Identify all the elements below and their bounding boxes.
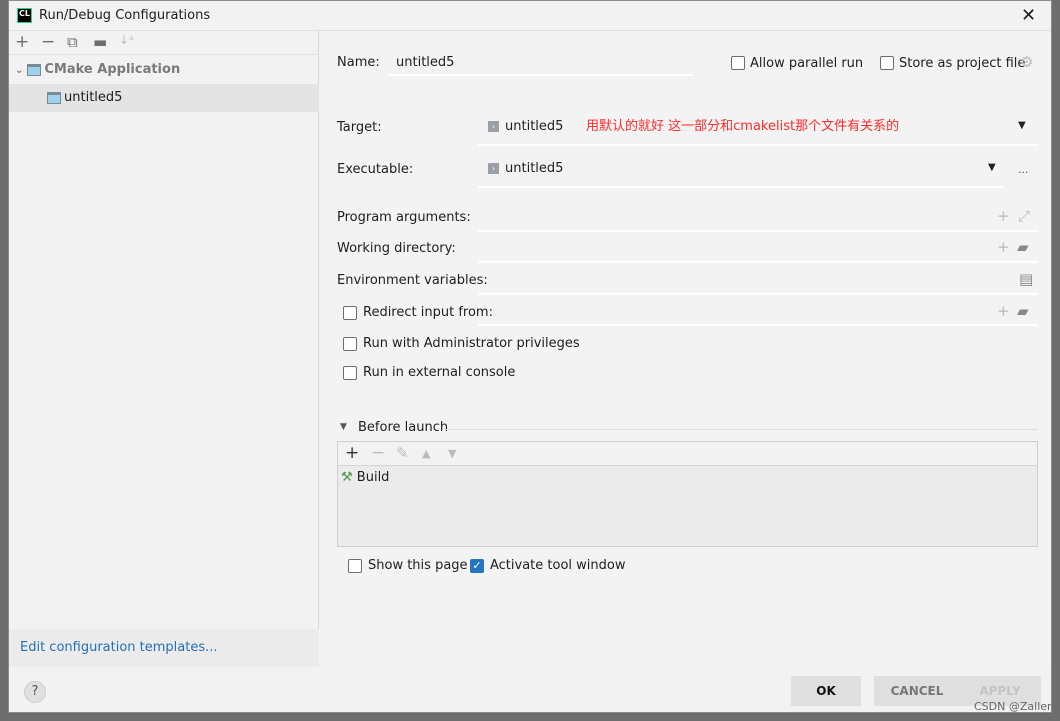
sort-icon[interactable]: ↓ᵃ <box>119 34 134 46</box>
edit-icon[interactable]: ✎ <box>396 446 409 461</box>
tree-toolbar: + − ⧉ ▬ ↓ᵃ <box>9 31 319 55</box>
add-icon[interactable]: + <box>997 304 1010 319</box>
title-bar: CL Run/Debug Configurations ✕ <box>9 1 1051 31</box>
external-console-label: Run in external console <box>363 365 516 380</box>
help-button[interactable]: ? <box>24 681 46 703</box>
expand-icon[interactable]: ⤢ <box>1018 209 1030 224</box>
folder-icon[interactable]: ▰ <box>1017 240 1029 255</box>
allow-parallel-checkbox[interactable] <box>731 56 745 70</box>
env-vars-label: Environment variables: <box>337 273 488 288</box>
redirect-input-checkbox[interactable] <box>343 306 357 320</box>
cmake-app-icon <box>47 91 61 104</box>
move-up-icon[interactable]: ▲ <box>422 448 430 459</box>
dropdown-arrow-icon[interactable]: ▼ <box>988 163 996 173</box>
admin-checkbox[interactable] <box>343 337 357 351</box>
show-page-label: Show this page <box>368 558 468 573</box>
add-icon[interactable]: + <box>345 445 359 462</box>
remove-icon[interactable]: − <box>41 34 55 51</box>
before-launch-item-build[interactable]: ⚒ Build <box>341 470 389 485</box>
templates-bar: Edit configuration templates... <box>9 629 319 667</box>
watermark: CSDN @Zaller <box>974 700 1052 713</box>
gear-icon[interactable]: ⚙ <box>1020 55 1033 70</box>
executable-browse-button[interactable]: ... <box>1018 163 1029 176</box>
name-label: Name: <box>337 55 380 70</box>
program-args-label: Program arguments: <box>337 210 471 225</box>
add-icon[interactable]: + <box>997 209 1010 224</box>
copy-icon[interactable]: ⧉ <box>67 35 78 50</box>
new-folder-icon[interactable]: ▬ <box>93 35 107 50</box>
run-debug-dialog: CL Run/Debug Configurations ✕ + − ⧉ ▬ ↓ᵃ… <box>8 0 1052 713</box>
config-tree-panel: + − ⧉ ▬ ↓ᵃ ⌄ CMake Application untitled5 … <box>9 31 319 667</box>
dropdown-arrow-icon[interactable]: ▼ <box>1018 121 1026 131</box>
ok-button[interactable]: OK <box>791 676 861 706</box>
executable-value: › untitled5 <box>488 161 563 176</box>
before-launch-panel: + − ✎ ▲ ▼ ⚒ Build <box>337 441 1038 547</box>
edit-templates-link[interactable]: Edit configuration templates... <box>20 640 218 655</box>
target-icon: › <box>488 121 499 132</box>
annotation-text: 用默认的就好 这一部分和cmakelist那个文件有关系的 <box>586 119 900 134</box>
executable-icon: › <box>488 163 499 174</box>
target-dropdown[interactable]: › untitled5 用默认的就好 这一部分和cmakelist那个文件有关系的… <box>478 113 1038 143</box>
working-dir-label: Working directory: <box>337 241 456 256</box>
add-icon[interactable]: + <box>997 240 1010 255</box>
show-page-checkbox[interactable] <box>348 559 362 573</box>
move-down-icon[interactable]: ▼ <box>448 448 456 459</box>
store-project-label: Store as project file <box>899 56 1026 71</box>
cancel-button[interactable]: CANCEL <box>874 676 960 706</box>
tree-item-cmake-application[interactable]: ⌄ CMake Application <box>9 56 319 84</box>
remove-icon[interactable]: − <box>371 445 385 462</box>
build-label: Build <box>356 470 390 485</box>
add-icon[interactable]: + <box>15 34 29 51</box>
chevron-down-icon[interactable]: ⌄ <box>15 65 23 76</box>
redirect-input-label: Redirect input from: <box>363 305 493 320</box>
store-project-checkbox[interactable] <box>880 56 894 70</box>
config-form: Name: untitled5 Allow parallel run Store… <box>320 31 1051 667</box>
executable-dropdown[interactable]: › untitled5 ▼ <box>478 155 1003 185</box>
tree-item-untitled5[interactable]: untitled5 <box>9 84 319 112</box>
admin-label: Run with Administrator privileges <box>363 336 580 351</box>
collapse-arrow-icon[interactable]: ▼ <box>340 423 347 432</box>
window-title: Run/Debug Configurations <box>39 8 211 23</box>
document-icon[interactable]: ▤ <box>1019 272 1033 287</box>
before-launch-title[interactable]: Before launch <box>358 420 448 435</box>
activate-tool-checkbox[interactable]: ✓ <box>470 559 484 573</box>
activate-tool-label: Activate tool window <box>490 558 626 573</box>
allow-parallel-label: Allow parallel run <box>750 56 864 71</box>
name-input[interactable]: untitled5 <box>396 55 454 70</box>
hammer-icon: ⚒ <box>341 470 353 485</box>
external-console-checkbox[interactable] <box>343 366 357 380</box>
executable-label: Executable: <box>337 162 414 177</box>
cmake-app-icon <box>27 63 42 76</box>
close-icon[interactable]: ✕ <box>1021 5 1036 26</box>
tree-label: CMake Application <box>44 62 181 77</box>
target-label: Target: <box>337 120 382 135</box>
clion-app-icon: CL <box>17 8 32 23</box>
folder-icon[interactable]: ▰ <box>1017 304 1029 319</box>
tree-label: untitled5 <box>64 90 123 105</box>
target-value: › untitled5 <box>488 119 563 134</box>
